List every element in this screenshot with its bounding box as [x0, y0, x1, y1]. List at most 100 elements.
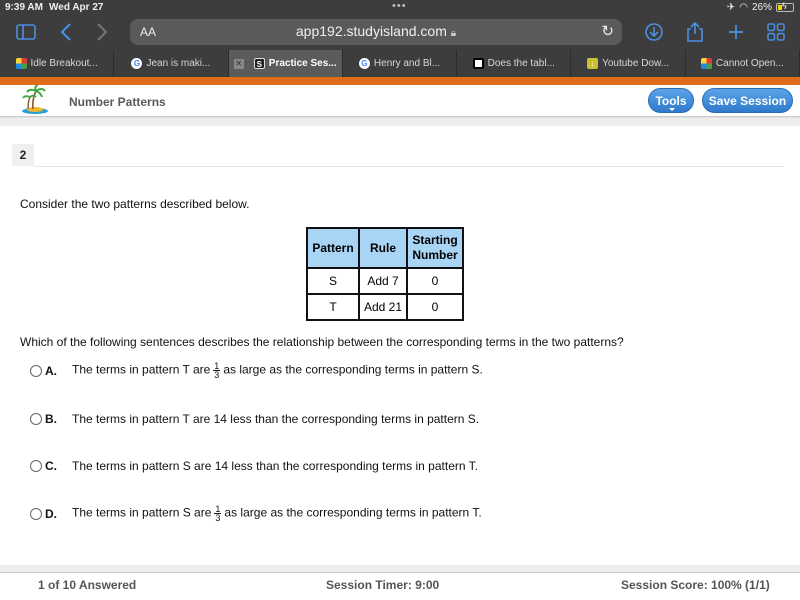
- tab-label: Youtube Dow...: [602, 58, 669, 69]
- tools-button[interactable]: Tools: [648, 88, 694, 113]
- new-tab-icon[interactable]: [722, 20, 750, 44]
- tab-label: Does the tabl...: [487, 58, 555, 69]
- multitask-dots-icon[interactable]: •••: [392, 0, 407, 12]
- session-timer: Session Timer: 9:00: [326, 578, 440, 592]
- table-cell: T: [306, 293, 360, 321]
- session-footer: 1 of 10 Answered Session Timer: 9:00 Ses…: [0, 574, 800, 600]
- table-cell: 0: [406, 293, 464, 321]
- choice-letter: A.: [45, 363, 57, 378]
- choice-text-after: as large as the corresponding terms in p…: [223, 362, 483, 377]
- tab-cannot-open[interactable]: Cannot Open...: [686, 50, 800, 77]
- battery-percent: 26%: [751, 2, 772, 13]
- radio-button[interactable]: [30, 507, 42, 520]
- share-icon[interactable]: [681, 20, 709, 44]
- question-number: 2: [12, 144, 34, 166]
- tab-label: Idle Breakout...: [30, 58, 98, 69]
- choice-letter: D.: [45, 506, 57, 521]
- tab-overview-icon[interactable]: [762, 20, 790, 44]
- table-header-row: Pattern Rule Starting Number: [306, 227, 464, 269]
- tab-label: Cannot Open...: [715, 58, 784, 69]
- answered-count: 1 of 10 Answered: [38, 578, 137, 592]
- page-header: Number Patterns Tools Save Session: [0, 85, 800, 117]
- choice-text-before: The terms in pattern T are: [72, 362, 211, 377]
- browser-toolbar: AA app192.studyisland.com 🔒︎ ↻: [0, 16, 800, 50]
- answer-choice-b[interactable]: B. The terms in pattern T are 14 less th…: [30, 412, 479, 426]
- question-prompt: Consider the two patterns described belo…: [20, 197, 250, 211]
- forward-icon[interactable]: [88, 20, 116, 44]
- battery-icon: ϟ: [776, 1, 794, 12]
- table-row: T Add 21 0: [306, 293, 464, 321]
- choice-text: The terms in pattern T are 14 less than …: [72, 412, 480, 426]
- choice-text: The terms in pattern S are 1 3 as large as …: [72, 505, 482, 523]
- fraction-denominator: 3: [214, 370, 220, 380]
- game-favicon-icon: [700, 58, 712, 69]
- tab-idle-breakout[interactable]: Idle Breakout...: [0, 50, 115, 77]
- patterns-table: Pattern Rule Starting Number S Add 7 0 T…: [306, 227, 464, 321]
- sidebar-icon[interactable]: [12, 20, 40, 44]
- choice-letter: C.: [45, 459, 57, 473]
- status-time: 9:39 AM: [5, 2, 43, 13]
- status-bar: 9:39 AM Wed Apr 27 ••• ✈ ◠ 26% ϟ: [0, 0, 800, 16]
- radio-button[interactable]: [30, 364, 42, 377]
- wifi-icon: ◠: [739, 2, 748, 13]
- table-row: S Add 7 0: [306, 267, 464, 295]
- tab-bar: Idle Breakout... G Jean is maki... ✕ S Prac…: [0, 50, 800, 77]
- tab-youtube-download[interactable]: ↓ Youtube Dow...: [571, 50, 686, 77]
- table-cell: Add 7: [358, 267, 408, 295]
- tab-henry-and-bl[interactable]: G Henry and Bl...: [343, 50, 458, 77]
- choice-text: The terms in pattern T are 1 3 as large as …: [72, 362, 483, 380]
- download-favicon-icon: ↓: [587, 58, 599, 69]
- island-logo-icon: [22, 85, 48, 114]
- lock-icon: 🔒︎: [450, 28, 457, 39]
- address-bar[interactable]: AA app192.studyisland.com 🔒︎ ↻: [130, 19, 622, 45]
- url-text[interactable]: app192.studyisland.com 🔒︎: [130, 23, 622, 39]
- google-favicon-icon: G: [358, 58, 370, 69]
- answer-choice-c[interactable]: C. The terms in pattern S are 14 less th…: [30, 459, 478, 473]
- choice-text: The terms in pattern S are 14 less than …: [72, 459, 478, 473]
- download-icon[interactable]: [640, 20, 668, 44]
- status-indicators: ✈ ◠ 26% ϟ: [726, 1, 794, 13]
- tools-label: Tools: [655, 93, 687, 108]
- fraction: 13: [213, 362, 221, 380]
- fraction: 13: [214, 505, 222, 523]
- answer-choice-d[interactable]: D. The terms in pattern S are 1 3 as large …: [30, 505, 482, 523]
- question-text: Which of the following sentences describ…: [20, 335, 624, 349]
- question-divider: [34, 166, 784, 167]
- tab-label: Henry and Bl...: [373, 58, 441, 69]
- airplane-icon: ✈: [726, 2, 736, 13]
- tab-does-the-table[interactable]: Does the tabl...: [457, 50, 572, 77]
- choice-text-before: The terms in pattern S are: [72, 505, 212, 520]
- fraction-denominator: 3: [215, 513, 221, 523]
- status-date: Wed Apr 27: [49, 2, 104, 13]
- choice-text-after: as large as the corresponding terms in p…: [224, 505, 482, 520]
- url: app192.studyisland.com: [295, 23, 447, 39]
- column-header: Pattern: [306, 227, 360, 269]
- tab-label: Jean is maki...: [146, 58, 211, 69]
- caret-down-icon: [669, 108, 675, 111]
- back-icon[interactable]: [52, 20, 80, 44]
- reload-icon[interactable]: ↻: [601, 22, 614, 40]
- tab-jean-is-making[interactable]: G Jean is maki...: [114, 50, 229, 77]
- tab-practice-session[interactable]: ✕ S Practice Ses...: [228, 50, 343, 77]
- studyisland-favicon-icon: S: [253, 58, 265, 69]
- column-header: Starting Number: [406, 227, 464, 269]
- table-cell: Add 21: [358, 293, 408, 321]
- session-score: Session Score: 100% (1/1): [621, 578, 770, 592]
- radio-button[interactable]: [30, 460, 42, 472]
- answer-choice-a[interactable]: A. The terms in pattern T are 1 3 as large …: [30, 362, 483, 380]
- square-favicon-icon: [472, 58, 484, 69]
- page-title: Number Patterns: [69, 95, 166, 109]
- radio-button[interactable]: [30, 413, 42, 425]
- choice-letter: B.: [45, 412, 57, 426]
- column-header: Rule: [358, 227, 408, 269]
- save-session-button[interactable]: Save Session: [702, 88, 793, 113]
- header-divider: [0, 118, 800, 126]
- footer-divider: [0, 565, 800, 573]
- game-favicon-icon: [15, 58, 27, 69]
- tab-label: Practice Ses...: [268, 58, 337, 69]
- accent-bar: [0, 77, 800, 85]
- save-session-label: Save Session: [708, 93, 787, 108]
- close-tab-icon[interactable]: ✕: [233, 58, 244, 69]
- google-favicon-icon: G: [131, 58, 143, 69]
- table-cell: S: [306, 267, 360, 295]
